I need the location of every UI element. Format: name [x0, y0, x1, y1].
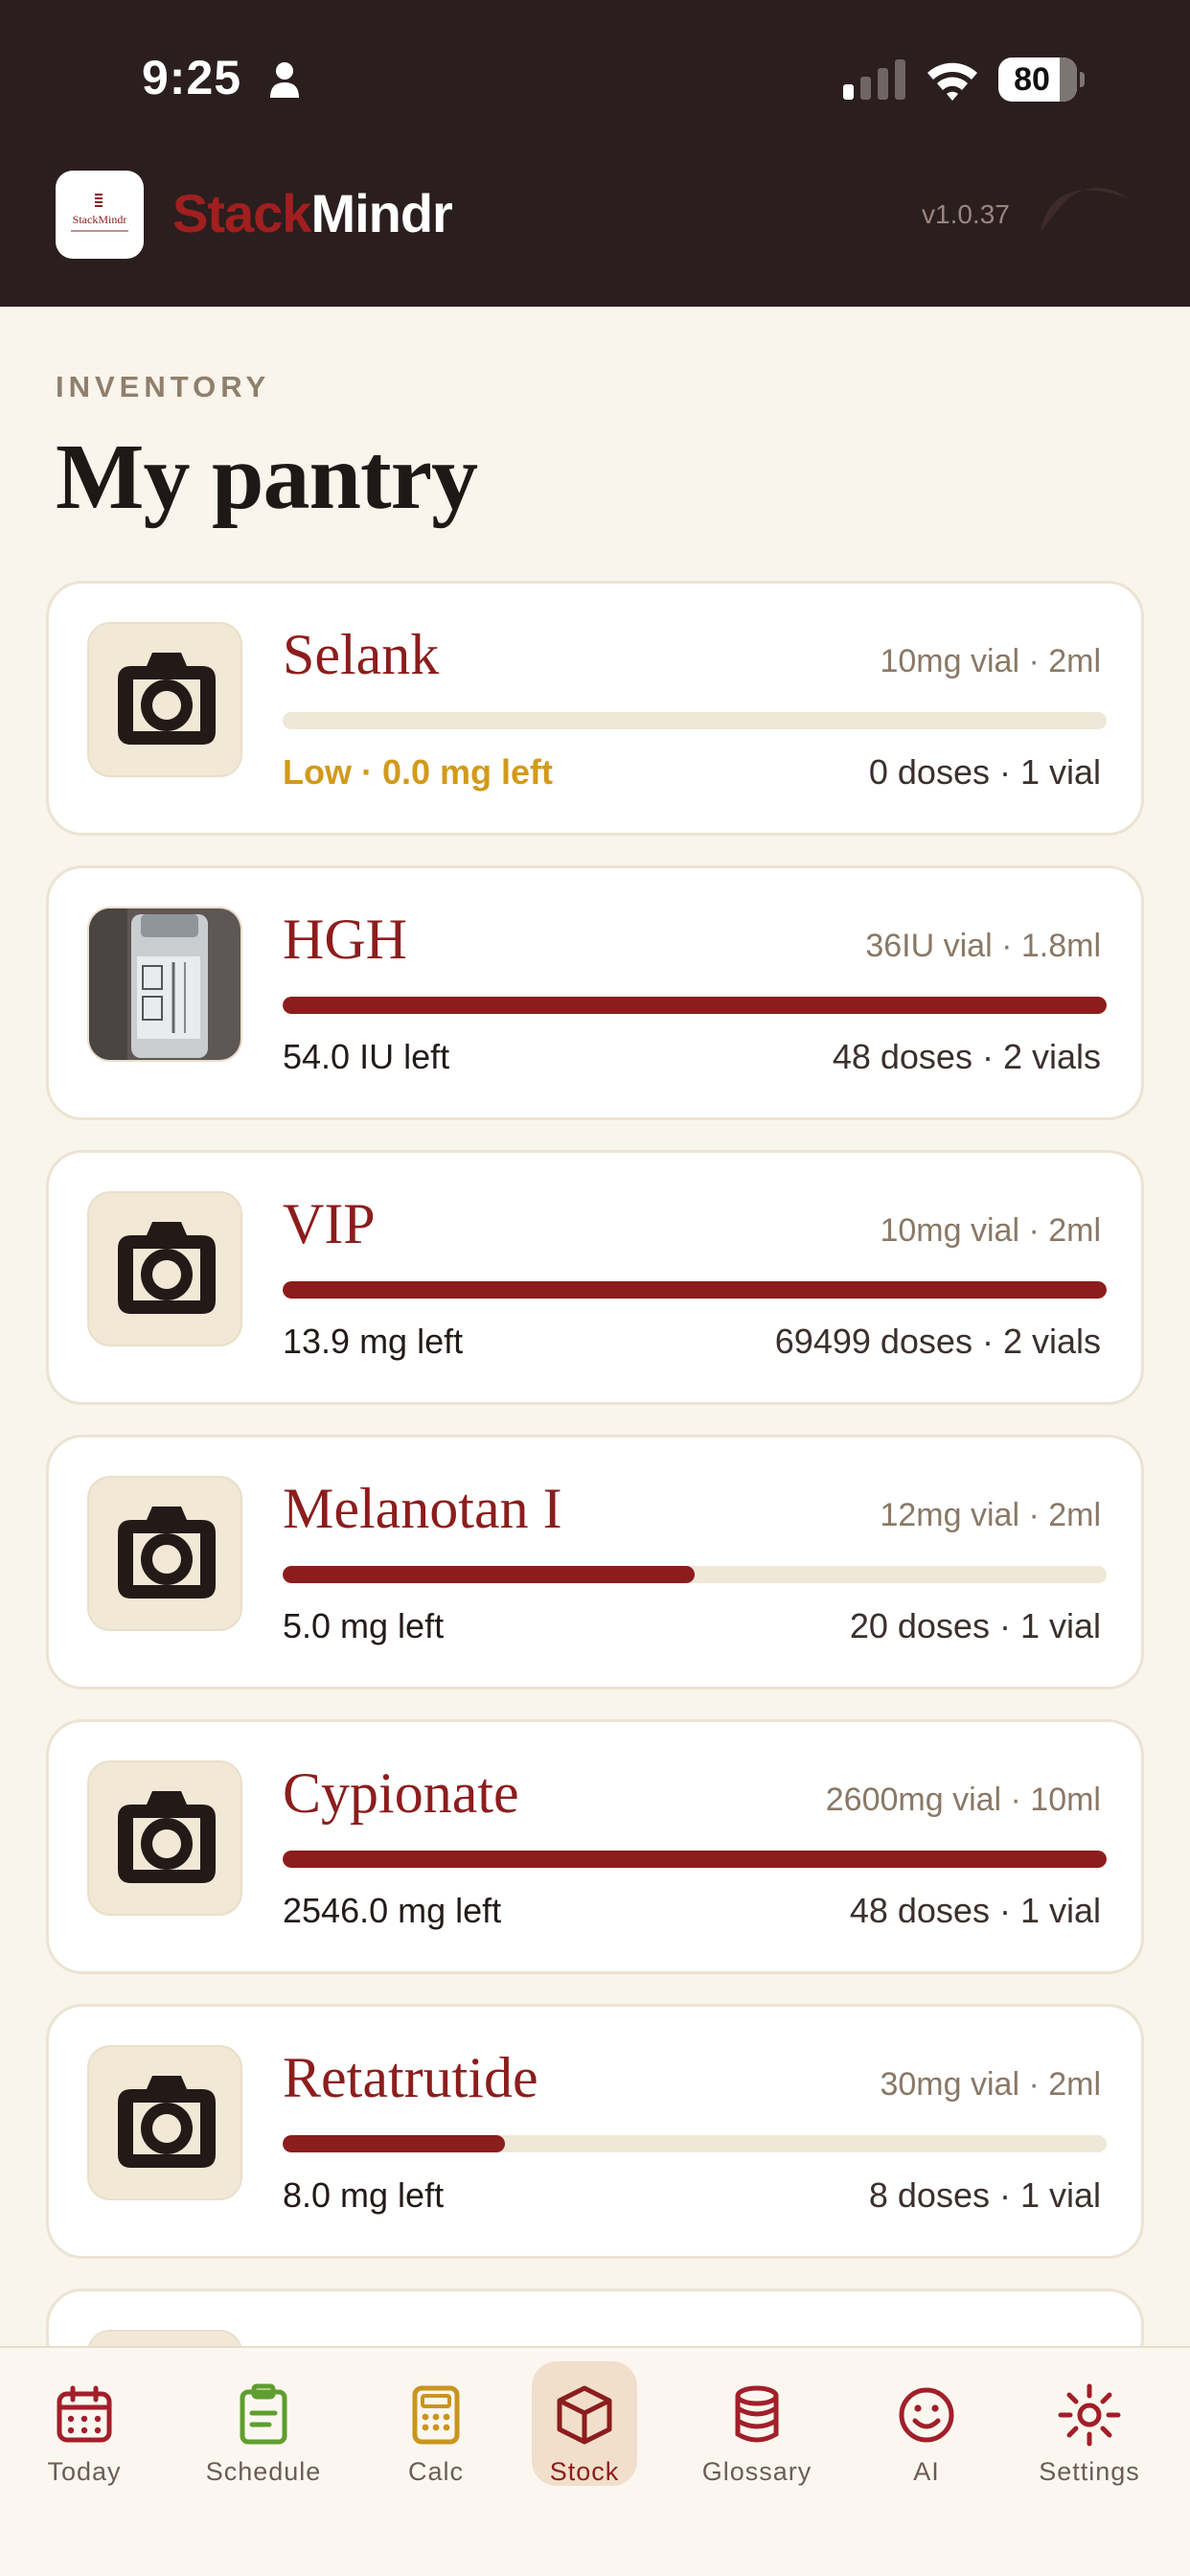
camera-icon[interactable]	[87, 1760, 242, 1916]
tab-label: Schedule	[205, 2457, 322, 2486]
inventory-card[interactable]: Retatrutide 30mg vial · 2ml 8.0 mg left …	[46, 2004, 1144, 2259]
tab-label: Today	[47, 2457, 122, 2486]
item-vial-spec: 30mg vial · 2ml	[880, 2066, 1101, 2103]
stock-level-fill	[283, 2135, 506, 2152]
item-vial-spec: 10mg vial · 2ml	[880, 1212, 1101, 1249]
calculator-icon	[412, 2385, 460, 2445]
app-name: StackMindr	[172, 183, 453, 243]
tab-today[interactable]: Today	[12, 2361, 156, 2486]
stock-level-bar	[283, 1566, 1107, 1583]
item-name: HGH	[283, 908, 407, 971]
stock-level-bar	[283, 712, 1107, 729]
tab-label: AI	[913, 2457, 940, 2486]
item-doses: 0 doses · 1 vial	[868, 752, 1101, 792]
item-doses: 8 doses · 1 vial	[868, 2175, 1101, 2215]
tab-ai[interactable]: AI	[855, 2361, 998, 2486]
inventory-card[interactable]: Selank 10mg vial · 2ml Low · 0.0 mg left…	[46, 581, 1144, 836]
item-remaining: 8.0 mg left	[283, 2175, 445, 2215]
app-logo: StackMindr	[56, 171, 144, 259]
item-name: Cypionate	[283, 1761, 519, 1825]
item-name: VIP	[283, 1192, 376, 1255]
tab-calc[interactable]: Calc	[364, 2361, 508, 2486]
app-header: 9:25 80 StackMindr StackMindr v1.0.37	[0, 0, 1190, 307]
clipboard-icon	[240, 2383, 287, 2445]
item-name: Retatrutide	[283, 2046, 538, 2109]
stock-level-bar	[283, 997, 1107, 1014]
item-remaining: 54.0 IU left	[283, 1037, 450, 1076]
status-time: 9:25	[142, 51, 242, 104]
calendar-icon	[57, 2385, 112, 2443]
tab-label: Calc	[407, 2457, 464, 2486]
inventory-list: Selank 10mg vial · 2ml Low · 0.0 mg left…	[46, 581, 1144, 2375]
stock-level-fill	[283, 1566, 695, 1583]
inventory-card[interactable]: Melanotan I 12mg vial · 2ml 5.0 mg left …	[46, 1435, 1144, 1690]
stock-level-fill	[283, 997, 1107, 1014]
item-doses: 69499 doses · 2 vials	[774, 1322, 1101, 1361]
stock-level-fill	[283, 1851, 1107, 1868]
inventory-card[interactable]: VIP 10mg vial · 2ml 13.9 mg left 69499 d…	[46, 1150, 1144, 1405]
item-remaining: Low · 0.0 mg left	[283, 752, 554, 792]
item-vial-spec: 10mg vial · 2ml	[880, 643, 1101, 679]
person-icon	[270, 62, 299, 98]
inventory-card[interactable]: HGH 36IU vial · 1.8ml 54.0 IU left 48 do…	[46, 865, 1144, 1120]
item-vial-spec: 12mg vial · 2ml	[880, 1497, 1101, 1533]
sync-spinner-icon[interactable]	[1035, 165, 1138, 242]
item-doses: 48 doses · 2 vials	[832, 1037, 1101, 1076]
item-vial-spec: 2600mg vial · 10ml	[825, 1782, 1101, 1818]
tab-settings[interactable]: Settings	[1018, 2361, 1161, 2486]
item-vial-spec: 36IU vial · 1.8ml	[865, 928, 1101, 964]
stock-level-fill	[283, 1281, 1107, 1299]
database-icon	[735, 2385, 779, 2443]
camera-icon[interactable]	[87, 622, 242, 777]
tab-stock[interactable]: Stock	[532, 2361, 637, 2486]
app-version: v1.0.37	[922, 199, 1010, 229]
tab-label: Settings	[1039, 2457, 1140, 2486]
stock-level-bar	[283, 1851, 1107, 1868]
box-icon	[557, 2385, 612, 2445]
camera-icon[interactable]	[87, 1476, 242, 1631]
camera-icon[interactable]	[87, 1191, 242, 1346]
item-name: Selank	[283, 623, 440, 686]
page-title: My pantry	[56, 426, 478, 529]
item-name: Melanotan I	[283, 1477, 562, 1540]
section-eyebrow: INVENTORY	[56, 370, 271, 403]
tab-label: Glossary	[701, 2457, 812, 2486]
tab-label: Stock	[549, 2457, 620, 2486]
inventory-card[interactable]: Cypionate 2600mg vial · 10ml 2546.0 mg l…	[46, 1719, 1144, 1974]
smiley-icon	[899, 2387, 954, 2443]
item-doses: 48 doses · 1 vial	[849, 1891, 1101, 1930]
stock-level-bar	[283, 2135, 1107, 2152]
tab-glossary[interactable]: Glossary	[685, 2361, 829, 2486]
stock-level-bar	[283, 1281, 1107, 1299]
item-remaining: 13.9 mg left	[283, 1322, 464, 1361]
vial-photo[interactable]	[87, 907, 242, 1062]
item-remaining: 5.0 mg left	[283, 1606, 445, 1645]
wifi-icon	[927, 62, 977, 101]
camera-icon[interactable]	[87, 2045, 242, 2200]
tab-schedule[interactable]: Schedule	[192, 2361, 335, 2486]
item-remaining: 2546.0 mg left	[283, 1891, 502, 1930]
cellular-signal-icon	[843, 59, 905, 100]
item-doses: 20 doses · 1 vial	[849, 1606, 1101, 1645]
bottom-tab-bar: Today Schedule Calc Stock Glossary AI Se…	[0, 2346, 1190, 2576]
battery-indicator: 80	[998, 58, 1085, 102]
sun-gear-icon	[1058, 2383, 1121, 2447]
